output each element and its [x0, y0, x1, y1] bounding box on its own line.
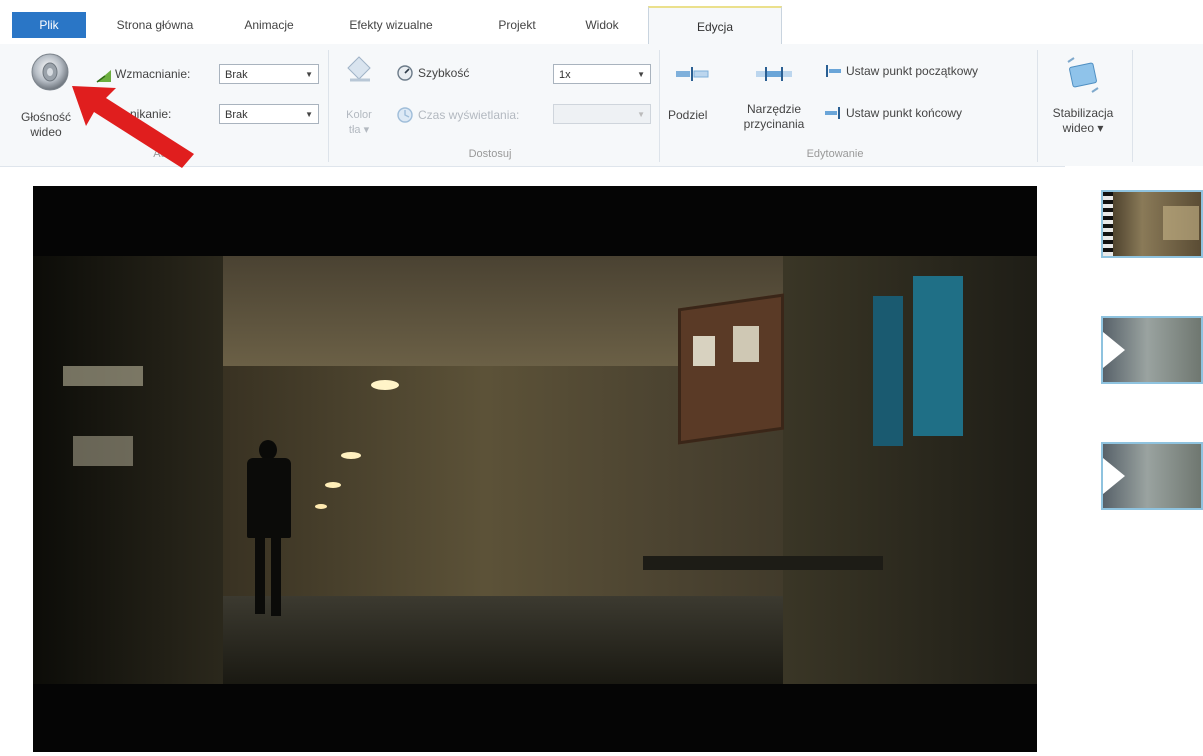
annotation-arrow-icon: [72, 86, 194, 168]
set-start-icon: [826, 65, 841, 77]
stabilization-label-line2: wideo: [1062, 121, 1094, 135]
bg-color-label-line2: tła: [348, 124, 361, 136]
set-end-point-button[interactable]: Ustaw punkt końcowy: [824, 104, 1034, 126]
tab-view[interactable]: Widok: [568, 14, 636, 36]
split-icon: [676, 67, 709, 81]
transition-icon: [1103, 458, 1125, 494]
set-start-point-button[interactable]: Ustaw punkt początkowy: [824, 62, 1034, 84]
speed-select[interactable]: 1x ▼: [553, 64, 651, 84]
video-preview[interactable]: [33, 186, 1037, 752]
fade-in-value: Brak: [225, 69, 248, 81]
speed-icon: [397, 65, 413, 81]
group-divider: [659, 50, 660, 162]
chevron-down-icon: ▼: [637, 110, 645, 119]
group-divider: [1132, 50, 1133, 162]
group-divider: [328, 50, 329, 162]
stabilization-icon: [1067, 57, 1099, 93]
background-color-button[interactable]: Kolor tła ▾: [336, 48, 382, 148]
bg-color-label-line1: Kolor: [346, 109, 372, 121]
clip-thumbnail[interactable]: [1101, 190, 1203, 258]
trim-label-line1: Narzędzie: [746, 102, 802, 116]
tab-home[interactable]: Strona główna: [102, 14, 208, 36]
trim-label-line2: przycinania: [743, 117, 805, 131]
ribbon-tab-bar: Plik Strona główna Animacje Efekty wizua…: [0, 0, 1203, 46]
duration-icon: [397, 107, 413, 123]
stabilization-button[interactable]: Stabilizacja wideo ▾: [1040, 50, 1126, 146]
speed-value: 1x: [559, 69, 571, 81]
trim-tool-button[interactable]: Narzędzie przycinania: [728, 54, 820, 144]
duration-label: Czas wyświetlania:: [418, 108, 520, 122]
set-end-icon: [825, 107, 840, 119]
stabilization-label-line1: Stabilizacja: [1052, 106, 1114, 120]
clip-thumbnail[interactable]: [1101, 442, 1203, 510]
split-label: Podziel: [668, 108, 708, 122]
tab-plik[interactable]: Plik: [12, 12, 86, 38]
chevron-down-icon: ▼: [305, 110, 313, 119]
adjust-group-label: Dostosuj: [468, 148, 512, 160]
split-button[interactable]: Podziel: [664, 54, 720, 144]
chevron-down-icon: ▼: [305, 70, 313, 79]
speed-label: Szybkość: [418, 66, 470, 80]
tab-animations[interactable]: Animacje: [228, 14, 310, 36]
transition-icon: [1103, 332, 1125, 368]
trim-icon: [756, 67, 792, 81]
tab-visual-effects[interactable]: Efekty wizualne: [336, 14, 446, 36]
tab-project[interactable]: Projekt: [482, 14, 552, 36]
tab-edit[interactable]: Edycja: [648, 6, 782, 46]
edit-group-label: Edytowanie: [806, 148, 864, 160]
chevron-down-icon: ▼: [637, 70, 645, 79]
fade-out-value: Brak: [225, 109, 248, 121]
video-frame: [33, 256, 1037, 684]
paint-bucket-icon: [347, 56, 371, 82]
storyboard-panel: [1065, 166, 1203, 756]
set-end-label: Ustaw punkt końcowy: [846, 106, 963, 120]
clip-thumbnail[interactable]: [1101, 316, 1203, 384]
duration-select[interactable]: ▼: [553, 104, 651, 124]
set-start-label: Ustaw punkt początkowy: [846, 64, 979, 78]
fade-out-select[interactable]: Brak ▼: [219, 104, 319, 124]
group-divider: [1037, 50, 1038, 162]
fade-in-select[interactable]: Brak ▼: [219, 64, 319, 84]
volume-label-line2: wideo: [30, 125, 62, 139]
